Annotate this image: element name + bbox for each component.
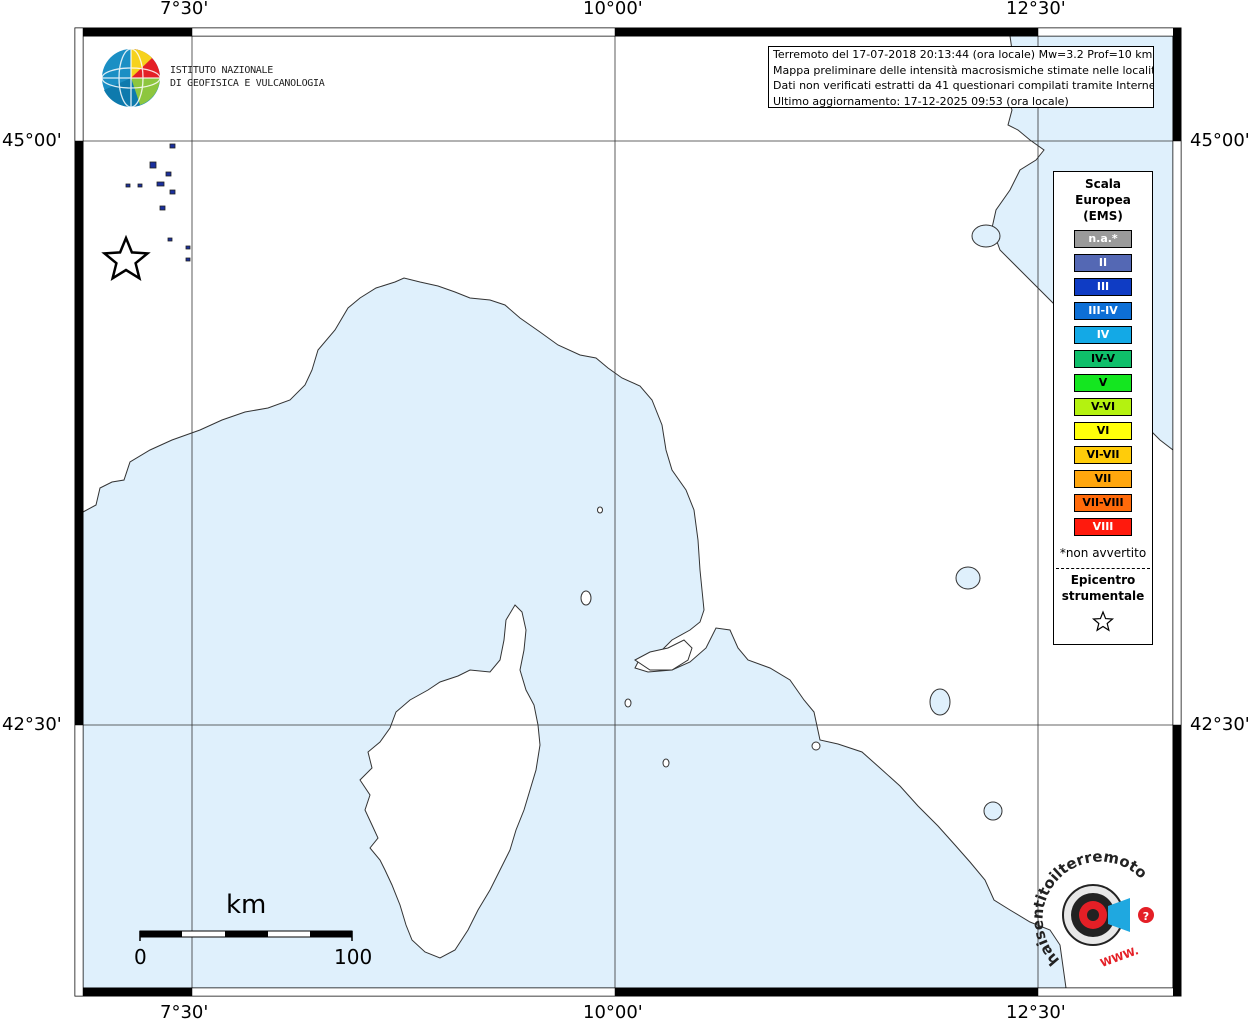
legend-item-iv-v: IV-V	[1074, 350, 1132, 368]
ems-legend: Scala Europea (EMS) n.a.* II III III-IV IV IV…	[1053, 171, 1153, 645]
institute-name-line1: ISTITUTO NAZIONALE	[170, 65, 273, 76]
legend-title-line1: Scala	[1084, 177, 1122, 191]
legend-title-line3: (EMS)	[1083, 209, 1123, 223]
tick-bottom-2: 10°00'	[583, 1002, 643, 1023]
legend-item-v: V	[1074, 374, 1132, 392]
legend-item-iii: III	[1074, 278, 1132, 296]
legend-item-iii-iv: III-IV	[1074, 302, 1132, 320]
legend-item-vi: VI	[1074, 422, 1132, 440]
event-info-line3: Dati non verificati estratti da 41 quest…	[773, 79, 1154, 92]
tick-left-1: 45°00'	[2, 130, 62, 151]
tick-top-1: 7°30'	[160, 0, 209, 19]
map-area	[75, 28, 1181, 996]
tick-left-2: 42°30'	[2, 714, 62, 735]
scale-unit: km	[226, 890, 267, 920]
legend-title-line2: Europea	[1075, 193, 1131, 207]
tick-top-3: 12°30'	[1006, 0, 1066, 19]
tick-right-2: 42°30'	[1190, 714, 1250, 735]
tick-bottom-3: 12°30'	[1006, 1002, 1066, 1023]
legend-epicenter-label: Epicentro strumentale	[1054, 572, 1152, 604]
institute-name: ISTITUTO NAZIONALE DI GEOFISICA E VULCAN…	[170, 64, 325, 90]
scale-min: 0	[134, 945, 147, 969]
tick-top-2: 10°00'	[583, 0, 643, 19]
legend-item-iv: IV	[1074, 326, 1132, 344]
scale-max: 100	[334, 945, 373, 969]
institute-name-line2: DI GEOFISICA E VULCANOLOGIA	[170, 78, 325, 89]
legend-epicenter-line1: Epicentro	[1070, 573, 1136, 587]
legend-item-vi-vii: VI-VII	[1074, 446, 1132, 464]
legend-title: Scala Europea (EMS)	[1054, 176, 1152, 224]
ingv-logo-icon	[101, 48, 161, 108]
legend-item-vii: VII	[1074, 470, 1132, 488]
legend-epicenter-line2: strumentale	[1061, 589, 1145, 603]
svg-text:?: ?	[1143, 910, 1149, 923]
event-info-line2: Mappa preliminare delle intensità macros…	[773, 63, 1154, 77]
event-info-line4: Ultimo aggiornamento: 17-12-2025 09:53 (…	[773, 94, 1069, 108]
legend-item-viii: VIII	[1074, 518, 1132, 536]
legend-divider	[1056, 568, 1150, 569]
event-info-box: Terremoto del 17-07-2018 20:13:44 (ora l…	[768, 46, 1154, 108]
event-info-line1: Terremoto del 17-07-2018 20:13:44 (ora l…	[773, 48, 1153, 61]
legend-item-n-a: n.a.*	[1074, 230, 1132, 248]
legend-star-icon	[1091, 610, 1115, 632]
legend-item-vii-viii: VII-VIII	[1074, 494, 1132, 512]
legend-item-ii: II	[1074, 254, 1132, 272]
legend-item-v-vi: V-VI	[1074, 398, 1132, 416]
tick-bottom-1: 7°30'	[160, 1002, 209, 1023]
tick-right-1: 45°00'	[1190, 130, 1250, 151]
legend-note: *non avvertito	[1059, 546, 1147, 560]
